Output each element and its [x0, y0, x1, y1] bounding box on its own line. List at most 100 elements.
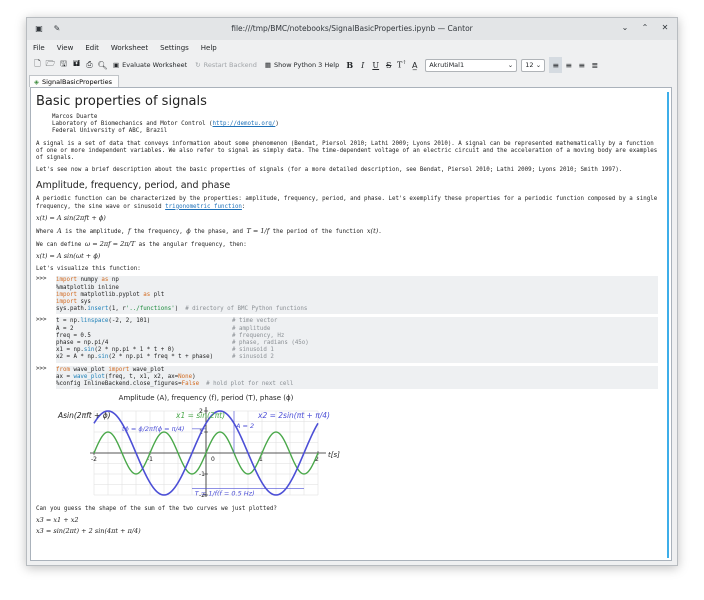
code-line: x2 = A * np.sin(2 * np.pi * freq * t + p…: [56, 354, 658, 361]
close-icon[interactable]: ✕: [659, 22, 671, 34]
code-token: # hold plot for next cell: [206, 381, 294, 388]
paragraph-signal-definition: A signal is a set of data that conveys i…: [36, 140, 658, 162]
code-token: ): [174, 306, 186, 313]
evaluate-worksheet-button[interactable]: ▣ Evaluate Worksheet: [109, 57, 191, 73]
x-tick-label: -2: [91, 456, 97, 463]
legend-label-x2: x2 = 2sin(πt + π/4): [257, 411, 330, 420]
align-justify-icon[interactable]: ≣: [588, 57, 601, 73]
y-tick-label: -1: [199, 471, 205, 478]
code-token: linspace: [80, 318, 109, 325]
code-cell-imports[interactable]: >>> import numpy as np %matplotlib inline…: [36, 276, 664, 315]
font-family-select[interactable]: AkrutiMal1 ⌄: [425, 58, 518, 72]
code-line: import matplotlib.pyplot as plt: [56, 292, 658, 299]
code-token: phase = np.pi/4: [56, 340, 109, 347]
code-comment: # sinusoid 2: [232, 354, 274, 361]
code-comment: # amplitude: [232, 325, 271, 332]
equation-sum-expanded: x3 = sin(2πt) + 2 sin(4πt + π/4): [36, 527, 141, 536]
tab-signal-basic-properties[interactable]: ◈ SignalBasicProperties: [29, 75, 120, 87]
equation-sum: x3 = x1 + x2: [36, 516, 79, 525]
code-token: wave_plot: [129, 366, 165, 373]
code-line: ax = wave_plot (freq, t, x1, x2, ax= None): [56, 374, 658, 381]
plot-output: Amplitude (A), frequency (f), period (T)…: [56, 391, 664, 505]
evaluate-icon: ▣: [113, 61, 120, 69]
code-token: False: [181, 381, 200, 388]
new-document-icon[interactable]: 🗋: [31, 57, 44, 73]
font-size-select[interactable]: 12 ⌄: [521, 58, 546, 72]
menu-file[interactable]: File: [33, 44, 45, 52]
legend-label-x1: x1 = sin(2πt): [175, 411, 225, 420]
paragraph-definitions: Where A is the amplitude, f the frequenc…: [36, 226, 382, 235]
code-token: import: [56, 299, 77, 306]
align-right-icon[interactable]: ≡: [575, 57, 588, 73]
paragraph-sum-question: Can you guess the shape of the sum of th…: [36, 506, 277, 513]
code-token: numpy: [76, 277, 102, 284]
save-as-icon[interactable]: 🖬: [70, 57, 83, 73]
menu-settings[interactable]: Settings: [160, 44, 189, 52]
code-cell-signals[interactable]: >>> t = np.linspace(-2, 2, 101) # time ve…: [36, 317, 664, 363]
cell-prompt: >>>: [36, 276, 47, 283]
author-lab: Laboratory of Biomechanics and Motor Con…: [52, 121, 279, 128]
show-help-button[interactable]: ▦ Show Python 3 Help: [261, 57, 343, 73]
menu-edit[interactable]: Edit: [85, 44, 99, 52]
x-axis-label: t[s]: [328, 451, 340, 459]
bold-button[interactable]: B: [343, 60, 356, 70]
chart-title: Amplitude (A), frequency (f), period (T)…: [119, 394, 294, 402]
print-icon[interactable]: ⎙: [83, 57, 96, 73]
equation-sine: x(t) = A sin(2πft + ϕ): [36, 213, 106, 222]
period-annotation: T = 1/f(f = 0.5 Hz): [195, 490, 255, 498]
code-token: from: [56, 366, 70, 373]
page-title: Basic properties of signals: [36, 94, 207, 109]
menu-bar: File View Edit Worksheet Settings Help: [27, 40, 677, 56]
tab-bar: ◈ SignalBasicProperties: [27, 74, 677, 87]
code-line: x1 = np.sin(2 * np.pi * 1 * t + 0) # sinu…: [56, 347, 658, 354]
strikethrough-button[interactable]: S: [382, 61, 395, 70]
restart-icon: ↻: [195, 61, 201, 69]
chevron-down-icon: ⌄: [507, 61, 514, 69]
paragraph-brief-description: Let's see now a brief description about …: [36, 167, 623, 174]
code-block[interactable]: t = np.linspace(-2, 2, 101) # time vector…: [56, 317, 658, 363]
align-center-icon[interactable]: ≡: [562, 57, 575, 73]
code-token: %matplotlib inline: [56, 284, 119, 291]
trig-function-link[interactable]: trigonometric function: [165, 204, 242, 210]
restart-backend-button[interactable]: ↻ Restart Backend: [191, 57, 261, 73]
text-color-icon[interactable]: A̲: [408, 57, 421, 73]
save-icon[interactable]: 🖫: [57, 57, 70, 73]
superscript-button[interactable]: T↑: [395, 60, 408, 70]
open-folder-icon[interactable]: 🗁: [44, 57, 57, 73]
code-comment: # sinusoid 1: [232, 347, 274, 354]
menu-view[interactable]: View: [57, 44, 74, 52]
paragraph-periodic-function: A periodic function can be characterized…: [36, 196, 658, 210]
code-block[interactable]: import numpy as np %matplotlib inline impo…: [56, 276, 658, 315]
section-heading: Amplitude, frequency, period, and phase: [36, 180, 231, 192]
code-cell-plot[interactable]: >>> from wave_plot import wave_plot ax = …: [36, 365, 664, 390]
maximize-icon[interactable]: ⌃: [639, 22, 651, 34]
align-left-icon[interactable]: ≡: [549, 57, 563, 73]
underline-button[interactable]: U: [369, 61, 382, 70]
code-line: freq = 0.5 # frequency, Hz: [56, 333, 658, 340]
menu-worksheet[interactable]: Worksheet: [111, 44, 148, 52]
zoom-icon[interactable]: 🔍︎: [96, 57, 109, 73]
code-token: (freq, t, x1, x2, ax=: [104, 373, 179, 380]
lab-link[interactable]: http://demotu.org/: [213, 121, 276, 127]
worksheet-area[interactable]: Basic properties of signals Marcos Duart…: [30, 87, 672, 561]
code-line: %config InlineBackend.close_figures= Fals…: [56, 381, 658, 388]
menu-help[interactable]: Help: [201, 44, 217, 52]
code-token: (-2, 2, 101): [108, 318, 151, 325]
title-bar: ▣ ✎ file:///tmp/BMC/notebooks/SignalBasi…: [27, 18, 677, 40]
author-university: Federal University of ABC, Brazil: [52, 128, 168, 135]
code-token: x1 = np.: [56, 347, 84, 354]
author-name: Marcos Duarte: [52, 114, 98, 120]
code-block[interactable]: from wave_plot import wave_plot ax = wave…: [56, 365, 658, 390]
code-token: np: [108, 277, 119, 284]
phase-annotation: tϕ = ϕ/2πf(ϕ = π/4): [122, 425, 184, 433]
chevron-down-icon: ⌄: [535, 61, 542, 69]
main-toolbar: 🗋 🗁 🖫 🖬 ⎙ 🔍︎ ▣ Evaluate Worksheet ↻ Restar…: [27, 56, 677, 74]
code-token: '../functions': [125, 306, 175, 313]
code-token: (1, r: [108, 306, 126, 313]
code-line: A = 2 # amplitude: [56, 326, 658, 333]
italic-button[interactable]: I: [356, 61, 369, 70]
minimize-icon[interactable]: ⌄: [619, 22, 631, 34]
code-token: import: [56, 291, 77, 298]
code-token: as: [143, 291, 151, 298]
